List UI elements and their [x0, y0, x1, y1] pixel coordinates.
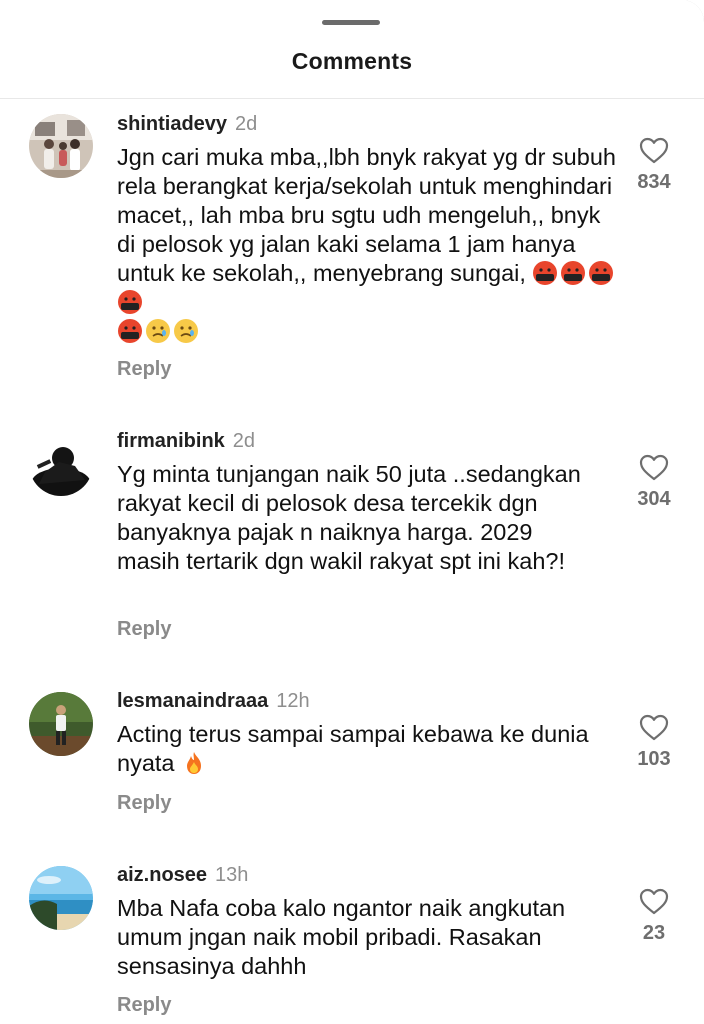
avatar[interactable] — [29, 692, 93, 756]
username[interactable]: aiz.nosee — [117, 864, 207, 886]
header-divider — [0, 98, 704, 99]
cursing-face-icon — [561, 261, 586, 285]
like-count: 834 — [637, 171, 671, 193]
username[interactable]: firmanibink — [117, 430, 225, 452]
timestamp: 12h — [276, 690, 310, 712]
heart-icon — [639, 137, 669, 164]
cursing-face-icon — [533, 261, 558, 285]
reply-button[interactable]: Reply — [117, 618, 171, 641]
comments-sheet: Comments shintiadevy 2d Jgn cari muka mb… — [0, 0, 704, 1024]
avatar-image — [29, 692, 93, 756]
crying-face-icon — [174, 319, 198, 343]
heart-icon — [639, 454, 669, 481]
username[interactable]: lesmanaindraaa — [117, 690, 268, 712]
timestamp: 13h — [215, 864, 249, 886]
comment-meta: aiz.nosee 13h — [117, 862, 248, 888]
avatar-image — [29, 432, 93, 496]
avatar[interactable] — [29, 866, 93, 930]
comment-meta: firmanibink 2d — [117, 428, 255, 454]
page-title: Comments — [291, 48, 413, 74]
timestamp: 2d — [232, 430, 256, 452]
avatar-image — [29, 114, 93, 178]
cursing-face-icon — [118, 290, 142, 314]
heart-icon — [639, 888, 669, 915]
fire-icon — [187, 752, 202, 774]
reply-button[interactable]: Reply — [117, 792, 171, 815]
comment-meta: lesmanaindraaa 12h — [117, 688, 310, 714]
avatar[interactable] — [29, 432, 93, 496]
like-button[interactable]: 103 — [626, 714, 682, 771]
avatar-image — [29, 866, 93, 930]
reply-button[interactable]: Reply — [117, 994, 171, 1017]
comment-meta: shintiadevy 2d — [117, 111, 257, 137]
comment-text: Acting terus sampai sampai kebawa ke dun… — [117, 720, 597, 778]
avatar[interactable] — [29, 114, 93, 178]
drag-handle[interactable] — [322, 20, 380, 25]
crying-face-icon — [146, 319, 170, 343]
like-count: 304 — [637, 488, 671, 510]
comment-text: Yg minta tunjangan naik 50 juta ..sedang… — [117, 461, 581, 574]
username[interactable]: shintiadevy — [117, 113, 227, 135]
like-button[interactable]: 834 — [626, 137, 682, 194]
heart-icon — [639, 714, 669, 741]
cursing-face-icon — [118, 319, 142, 343]
cursing-face-icon — [589, 261, 614, 285]
comment-text: Jgn cari muka mba,,lbh bnyk rakyat yg dr… — [117, 143, 617, 346]
like-button[interactable]: 23 — [626, 888, 682, 945]
reply-button[interactable]: Reply — [117, 358, 171, 381]
timestamp: 2d — [235, 113, 258, 135]
like-count: 23 — [642, 922, 666, 944]
like-button[interactable]: 304 — [626, 454, 682, 511]
comment-text: Mba Nafa coba kalo ngantor naik angkutan… — [117, 895, 566, 979]
sheet-surface: Comments shintiadevy 2d Jgn cari muka mb… — [0, 0, 704, 1024]
like-count: 103 — [637, 748, 671, 770]
